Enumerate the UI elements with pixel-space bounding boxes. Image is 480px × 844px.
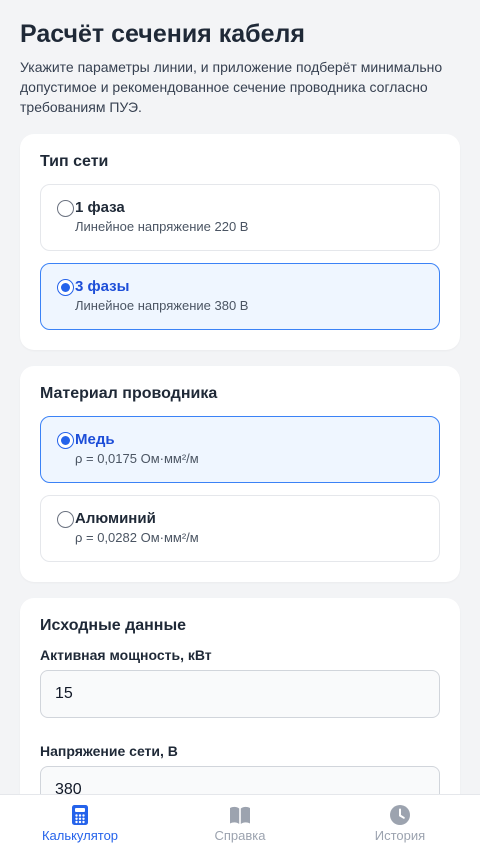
material-card: Материал проводника Медь ρ = 0,0175 Ом·м… <box>20 366 460 582</box>
voltage-label: Напряжение сети, В <box>40 743 178 759</box>
option-label: Медь <box>75 431 115 448</box>
page-subtitle: Укажите параметры линии, и приложение по… <box>20 59 443 115</box>
option-single-phase[interactable]: 1 фаза Линейное напряжение 220 В <box>40 184 440 251</box>
option-desc: Линейное напряжение 380 В <box>75 298 249 313</box>
book-icon <box>230 806 250 824</box>
radio-single-phase[interactable] <box>57 200 74 217</box>
option-label: 3 фазы <box>75 278 130 295</box>
tab-history[interactable]: История <box>320 795 480 844</box>
clock-icon <box>390 805 410 825</box>
network-type-card: Тип сети 1 фаза Линейное напряжение 220 … <box>20 134 460 350</box>
inputs-title: Исходные данные <box>40 617 187 634</box>
radio-three-phase[interactable] <box>57 279 74 296</box>
radio-copper[interactable] <box>57 432 74 449</box>
option-desc: ρ = 0,0282 Ом·мм²/м <box>75 530 199 545</box>
option-aluminum[interactable]: Алюминий ρ = 0,0282 Ом·мм²/м <box>40 495 440 562</box>
tab-label: Калькулятор <box>41 828 119 843</box>
main-scroll[interactable]: Расчёт сечения кабеля Укажите параметры … <box>0 0 480 844</box>
tab-calculator[interactable]: Калькулятор <box>0 795 160 844</box>
calculator-icon <box>72 805 88 825</box>
tab-label: История <box>374 828 426 843</box>
option-three-phase[interactable]: 3 фазы Линейное напряжение 380 В <box>40 263 440 330</box>
power-label: Активная мощность, кВт <box>40 647 212 663</box>
radio-aluminum[interactable] <box>57 511 74 528</box>
option-label: Алюминий <box>75 510 156 527</box>
option-desc: ρ = 0,0175 Ом·мм²/м <box>75 451 199 466</box>
network-type-title: Тип сети <box>40 153 109 170</box>
option-label: 1 фаза <box>75 199 125 216</box>
tab-reference[interactable]: Справка <box>160 795 320 844</box>
option-copper[interactable]: Медь ρ = 0,0175 Ом·мм²/м <box>40 416 440 483</box>
power-input[interactable] <box>40 670 440 718</box>
page-title: Расчёт сечения кабеля <box>20 20 305 48</box>
tab-label: Справка <box>214 828 266 843</box>
bottom-tab-bar: Калькулятор Справка История <box>0 794 480 844</box>
material-title: Материал проводника <box>40 385 218 402</box>
option-desc: Линейное напряжение 220 В <box>75 219 249 234</box>
